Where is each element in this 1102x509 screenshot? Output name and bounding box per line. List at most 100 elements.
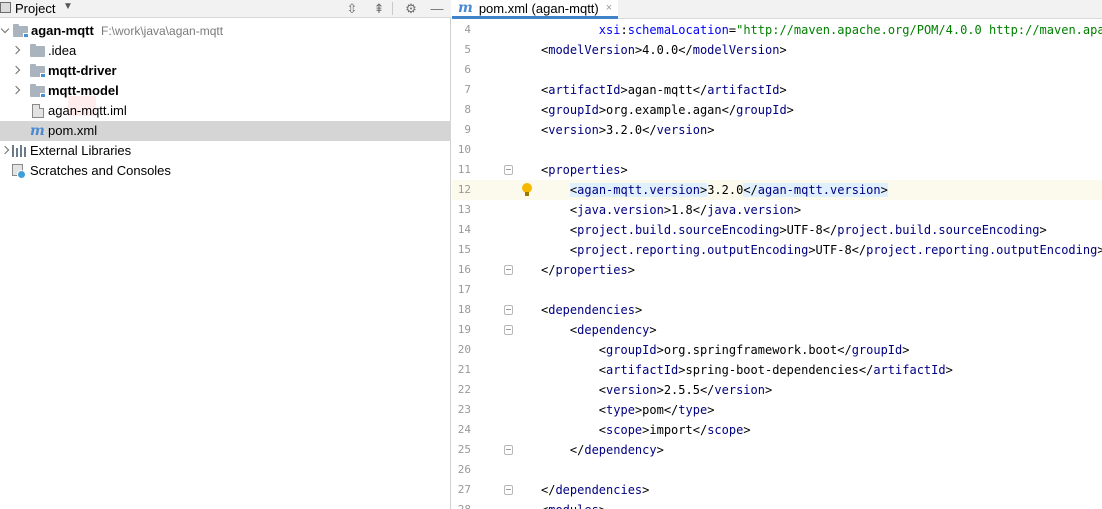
code-token: > — [779, 43, 787, 57]
code-token: > — [634, 303, 643, 317]
code-line[interactable]: 18 <dependencies> — [452, 300, 1102, 320]
code-line[interactable]: 15 <project.reporting.outputEncoding>UTF… — [452, 240, 1102, 260]
line-number: 5 — [464, 43, 471, 56]
fold-marker-icon[interactable] — [504, 445, 513, 455]
tree-item-idea[interactable]: .idea — [0, 41, 451, 61]
line-number: 17 — [457, 283, 471, 296]
code-text: <project.build.sourceEncoding>UTF-8</pro… — [541, 220, 1047, 240]
line-number: 25 — [457, 443, 471, 456]
hide-minimize-icon[interactable]: — — [428, 0, 446, 17]
maven-file-icon: m — [30, 123, 45, 139]
project-view-title[interactable]: Project — [15, 1, 55, 16]
module-folder-icon — [13, 24, 29, 38]
line-number: 15 — [457, 243, 471, 256]
code-line[interactable]: 27 </dependencies> — [452, 480, 1102, 500]
chevron-right-icon[interactable] — [11, 41, 21, 61]
fold-marker-icon[interactable] — [504, 305, 513, 315]
fold-marker-icon[interactable] — [504, 265, 513, 275]
code-token: dependencies — [555, 483, 643, 497]
project-tool-window: Project ▼ ⇳ ⇞ ⚙ — agan-mqtt F:\work\java… — [0, 0, 451, 509]
code-line[interactable]: 4 xsi:schemaLocation="http://maven.apach… — [452, 20, 1102, 40]
tree-item-label: agan-mqtt — [31, 23, 94, 38]
view-dropdown-chevron-down-icon[interactable]: ▼ — [63, 1, 73, 12]
code-line[interactable]: 5 <modelVersion>4.0.0</modelVersion> — [452, 40, 1102, 60]
code-line[interactable]: 7 <artifactId>agan-mqtt</artifactId> — [452, 80, 1102, 100]
module-folder-icon — [30, 64, 46, 78]
code-line[interactable]: 28 <modules> — [452, 500, 1102, 509]
code-line[interactable]: 8 <groupId>org.example.agan</groupId> — [452, 100, 1102, 120]
code-token: artifactId — [873, 363, 946, 377]
code-token: project.build.sourceEncoding — [837, 223, 1040, 237]
code-token: >UTF-8</ — [779, 223, 838, 237]
code-token: > — [649, 323, 657, 337]
expand-all-icon[interactable]: ⇳ — [343, 0, 361, 17]
code-token: > — [880, 183, 888, 197]
line-number: 28 — [452, 500, 471, 509]
code-line[interactable]: 20 <groupId>org.springframework.boot</gr… — [452, 340, 1102, 360]
collapse-all-icon[interactable]: ⇞ — [370, 0, 388, 17]
code-line[interactable]: 17 — [452, 280, 1102, 300]
folder-icon — [30, 44, 45, 57]
code-line[interactable]: 22 <version>2.5.5</version> — [452, 380, 1102, 400]
code-token: < — [598, 403, 607, 417]
code-line[interactable]: 13 <java.version>1.8</java.version> — [452, 200, 1102, 220]
tree-item-pom-xml[interactable]: m pom.xml — [0, 121, 451, 141]
tree-item-agan-mqtt-iml[interactable]: agan-mqtt.iml — [0, 101, 451, 121]
tree-item-mqtt-driver[interactable]: mqtt-driver — [0, 61, 451, 81]
editor-pane: m pom.xml (agan-mqtt) × 4 xsi:schemaLoca… — [452, 0, 1102, 509]
editor-tab-pom[interactable]: m pom.xml (agan-mqtt) × — [452, 0, 619, 19]
fold-marker-icon[interactable] — [504, 165, 513, 175]
intention-bulb-icon[interactable] — [522, 183, 532, 196]
line-number: 14 — [457, 223, 471, 236]
line-number: 27 — [457, 483, 471, 496]
line-number: 8 — [464, 103, 471, 116]
code-token: >agan-mqtt</ — [620, 83, 708, 97]
code-line[interactable]: 6 — [452, 60, 1102, 80]
fold-marker-icon[interactable] — [504, 325, 513, 335]
line-number: 6 — [464, 63, 471, 76]
chevron-right-icon[interactable] — [11, 81, 21, 101]
iml-file-icon — [32, 104, 44, 118]
code-line[interactable]: 19 <dependency> — [452, 320, 1102, 340]
code-line[interactable]: 9 <version>3.2.0</version> — [452, 120, 1102, 140]
code-token: groupId — [606, 343, 657, 357]
code-token: > — [627, 263, 635, 277]
project-header: Project ▼ ⇳ ⇞ ⚙ — — [0, 0, 451, 18]
code-line[interactable]: 23 <type>pom</type> — [452, 400, 1102, 420]
code-token: xsi — [598, 23, 621, 37]
maven-file-icon: m — [458, 0, 473, 16]
tree-item-path: F:\work\java\agan-mqtt — [101, 24, 224, 38]
chevron-right-icon[interactable] — [0, 141, 10, 161]
code-text: <dependencies> — [541, 300, 642, 320]
code-text: <artifactId>spring-boot-dependencies</ar… — [541, 360, 953, 380]
chevron-right-icon[interactable] — [11, 61, 21, 81]
code-text: </dependency> — [541, 440, 664, 460]
tree-item-external-libraries[interactable]: External Libraries — [0, 141, 451, 161]
chevron-down-icon[interactable] — [0, 21, 10, 41]
code-token: >UTF-8</ — [808, 243, 867, 257]
project-view-icon — [0, 2, 11, 13]
code-line[interactable]: 14 <project.build.sourceEncoding>UTF-8</… — [452, 220, 1102, 240]
code-line[interactable]: 10 — [452, 140, 1102, 160]
code-token: < — [598, 383, 607, 397]
code-token: </ — [569, 443, 585, 457]
code-line[interactable]: 21 <artifactId>spring-boot-dependencies<… — [452, 360, 1102, 380]
tree-item-scratches[interactable]: Scratches and Consoles — [0, 161, 451, 181]
code-text: <project.reporting.outputEncoding>UTF-8<… — [541, 240, 1102, 260]
close-icon[interactable]: × — [606, 2, 612, 14]
code-token: >org.example.agan</ — [598, 103, 737, 117]
code-line[interactable]: 16 </properties> — [452, 260, 1102, 280]
code-line[interactable]: 25 </dependency> — [452, 440, 1102, 460]
fold-marker-icon[interactable] — [504, 485, 513, 495]
line-number: 24 — [457, 423, 471, 436]
tree-item-agan-mqtt[interactable]: agan-mqtt F:\work\java\agan-mqtt — [0, 21, 451, 41]
gear-icon[interactable]: ⚙ — [402, 0, 420, 17]
code-line[interactable]: 12 <agan-mqtt.version>3.2.0</agan-mqtt.v… — [452, 180, 1102, 200]
code-line[interactable]: 26 — [452, 460, 1102, 480]
code-line[interactable]: 11 <properties> — [452, 160, 1102, 180]
code-line[interactable]: 24 <scope>import</scope> — [452, 420, 1102, 440]
